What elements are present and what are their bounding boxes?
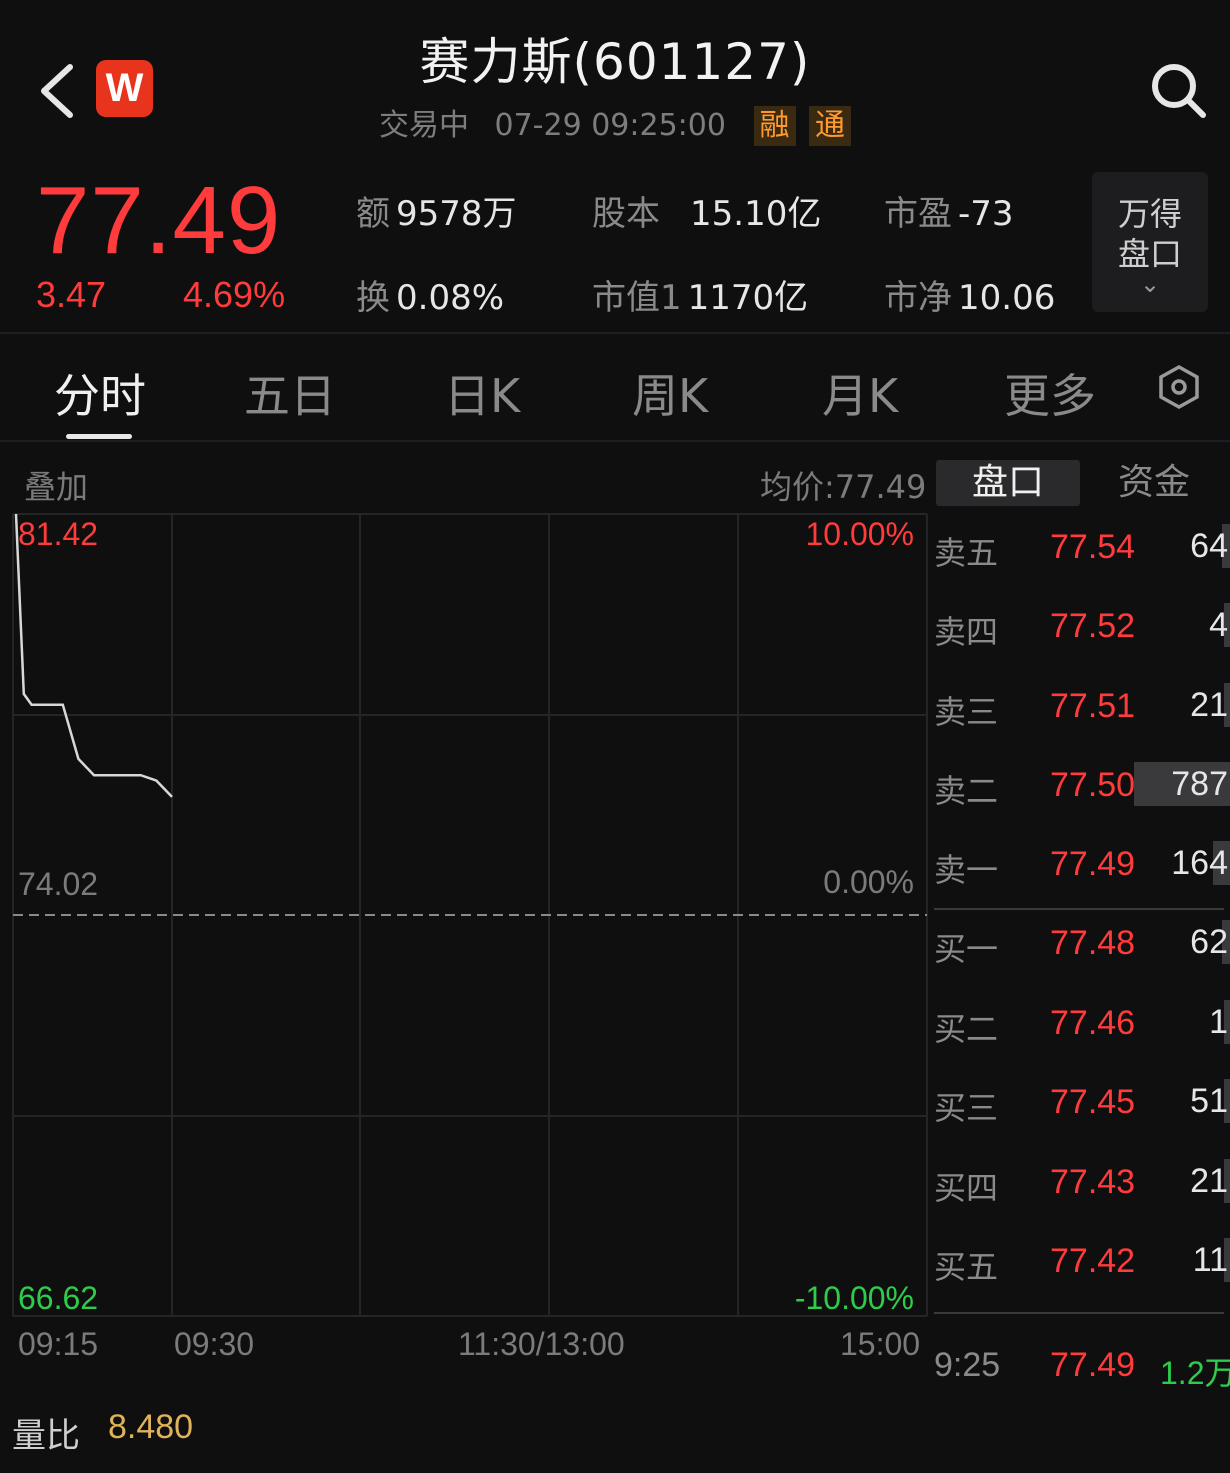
wande-orderbook-button[interactable]: 万得 盘口 ⌄	[1092, 172, 1208, 312]
search-icon	[1152, 64, 1206, 118]
price-change-pct: 4.69%	[183, 274, 286, 315]
level-label: 卖三	[934, 693, 999, 731]
margin-tag: 融	[753, 106, 796, 146]
tick-volume: 1.2万	[1160, 1355, 1230, 1391]
overlay-button[interactable]: 叠加	[24, 462, 88, 508]
tick-price: 77.49	[1050, 1346, 1136, 1384]
volume-ratio-value: 8.480	[108, 1408, 194, 1446]
level-label: 买一	[934, 930, 999, 968]
ask-row[interactable]: 卖四 77.52 4	[934, 597, 1230, 657]
stat-turnover-amount: 额 9578万	[356, 194, 517, 234]
orderbook-separator	[934, 1312, 1224, 1314]
chevron-down-icon: ⌄	[1139, 270, 1161, 298]
level-price: 77.45	[1050, 1083, 1136, 1121]
stat-pb: 市净 10.06	[884, 278, 1056, 318]
tab-more[interactable]: 更多	[1004, 360, 1096, 426]
level-label: 卖四	[934, 613, 999, 651]
level-volume: 51	[1190, 1082, 1228, 1120]
volume-ratio-label: 量比	[12, 1416, 80, 1456]
x-label-close: 15:00	[840, 1326, 921, 1362]
bid-row[interactable]: 买五 77.42 11	[934, 1232, 1230, 1292]
bid-row[interactable]: 买一 77.48 62	[934, 914, 1230, 974]
ask-row[interactable]: 卖三 77.51 21	[934, 677, 1230, 737]
ask-row[interactable]: 卖五 77.54 64	[934, 518, 1230, 578]
tab-weekly-k[interactable]: 周K	[632, 360, 708, 426]
wande-label-2: 盘口	[1117, 235, 1182, 273]
divider	[0, 332, 1230, 334]
trading-status: 交易中	[378, 108, 469, 143]
orderbook-separator	[934, 908, 1224, 910]
level-price: 77.51	[1050, 687, 1136, 725]
level-label: 卖一	[934, 851, 999, 889]
stat-market-cap: 市值1 1170亿	[592, 278, 809, 318]
settings-icon	[1159, 364, 1199, 410]
level-volume: 62	[1190, 923, 1228, 961]
bid-row[interactable]: 买四 77.43 21	[934, 1153, 1230, 1213]
level-price: 77.48	[1050, 924, 1136, 962]
bid-row[interactable]: 买三 77.45 51	[934, 1073, 1230, 1133]
level-volume: 1	[1209, 1003, 1228, 1041]
active-tab-indicator	[66, 434, 132, 439]
level-price: 77.49	[1050, 845, 1136, 883]
level-price: 77.54	[1050, 528, 1136, 566]
level-volume: 4	[1209, 606, 1228, 644]
level-price: 77.52	[1050, 607, 1136, 645]
level-volume: 11	[1192, 1241, 1228, 1279]
last-price: 77.49	[36, 167, 282, 274]
level-label: 卖二	[934, 772, 999, 810]
intraday-chart[interactable]	[0, 510, 930, 1320]
price-series-line	[14, 513, 173, 798]
level-price: 77.50	[1050, 766, 1136, 804]
wande-label-1: 万得	[1117, 195, 1182, 233]
ask-row[interactable]: 卖一 77.49 164	[934, 835, 1230, 895]
level-volume: 64	[1190, 527, 1228, 565]
y-left-mid-label: 74.02	[18, 866, 99, 902]
stat-turnover-rate: 换 0.08%	[356, 278, 505, 318]
y-right-top-label: 10.00%	[805, 516, 914, 552]
average-price: 均价:77.49	[760, 468, 927, 506]
level-volume: 21	[1190, 686, 1228, 724]
trading-status-row: 交易中 07-29 09:25:00 融 通	[0, 100, 1230, 146]
level-label: 买五	[934, 1248, 999, 1286]
stat-pe: 市盈 -73	[884, 194, 1014, 234]
chart-settings-button[interactable]	[1156, 364, 1202, 410]
y-right-mid-label: 0.00%	[823, 864, 914, 900]
level-volume: 787	[1171, 765, 1228, 803]
y-left-bottom-label: 66.62	[18, 1280, 99, 1316]
level-price: 77.46	[1050, 1004, 1136, 1042]
level-volume: 164	[1171, 844, 1228, 882]
tab-five-day[interactable]: 五日	[244, 360, 336, 426]
level-label: 买二	[934, 1010, 999, 1048]
x-label-midday: 11:30/13:00	[458, 1326, 625, 1362]
level-label: 卖五	[934, 534, 999, 572]
connect-tag: 通	[809, 106, 852, 146]
divider	[0, 440, 1230, 442]
tab-intraday[interactable]: 分时	[54, 360, 146, 426]
level-volume: 21	[1190, 1162, 1228, 1200]
tab-monthly-k[interactable]: 月K	[822, 360, 898, 426]
bid-row[interactable]: 买二 77.46 1	[934, 994, 1230, 1054]
stock-title: 赛力斯(601127)	[419, 33, 811, 91]
level-label: 买四	[934, 1169, 999, 1207]
stat-share-capital: 股本 15.10亿	[592, 194, 822, 234]
tab-orderbook[interactable]: 盘口	[936, 460, 1080, 506]
level-label: 买三	[934, 1089, 999, 1127]
tab-daily-k[interactable]: 日K	[444, 360, 520, 426]
ask-row[interactable]: 卖二 77.50 787	[934, 756, 1230, 816]
x-label-start: 09:15	[18, 1326, 99, 1362]
search-button[interactable]	[1148, 60, 1208, 120]
x-label-0930: 09:30	[174, 1326, 255, 1362]
tick-time: 9:25	[934, 1346, 1001, 1384]
level-price: 77.42	[1050, 1242, 1136, 1280]
y-left-top-label: 81.42	[18, 516, 99, 552]
y-right-bottom-label: -10.00%	[794, 1280, 914, 1316]
tab-capital-flow[interactable]: 资金	[1082, 460, 1226, 506]
quote-datetime: 07-29 09:25:00	[494, 108, 726, 143]
level-price: 77.43	[1050, 1163, 1136, 1201]
price-change: 3.47	[36, 274, 107, 315]
